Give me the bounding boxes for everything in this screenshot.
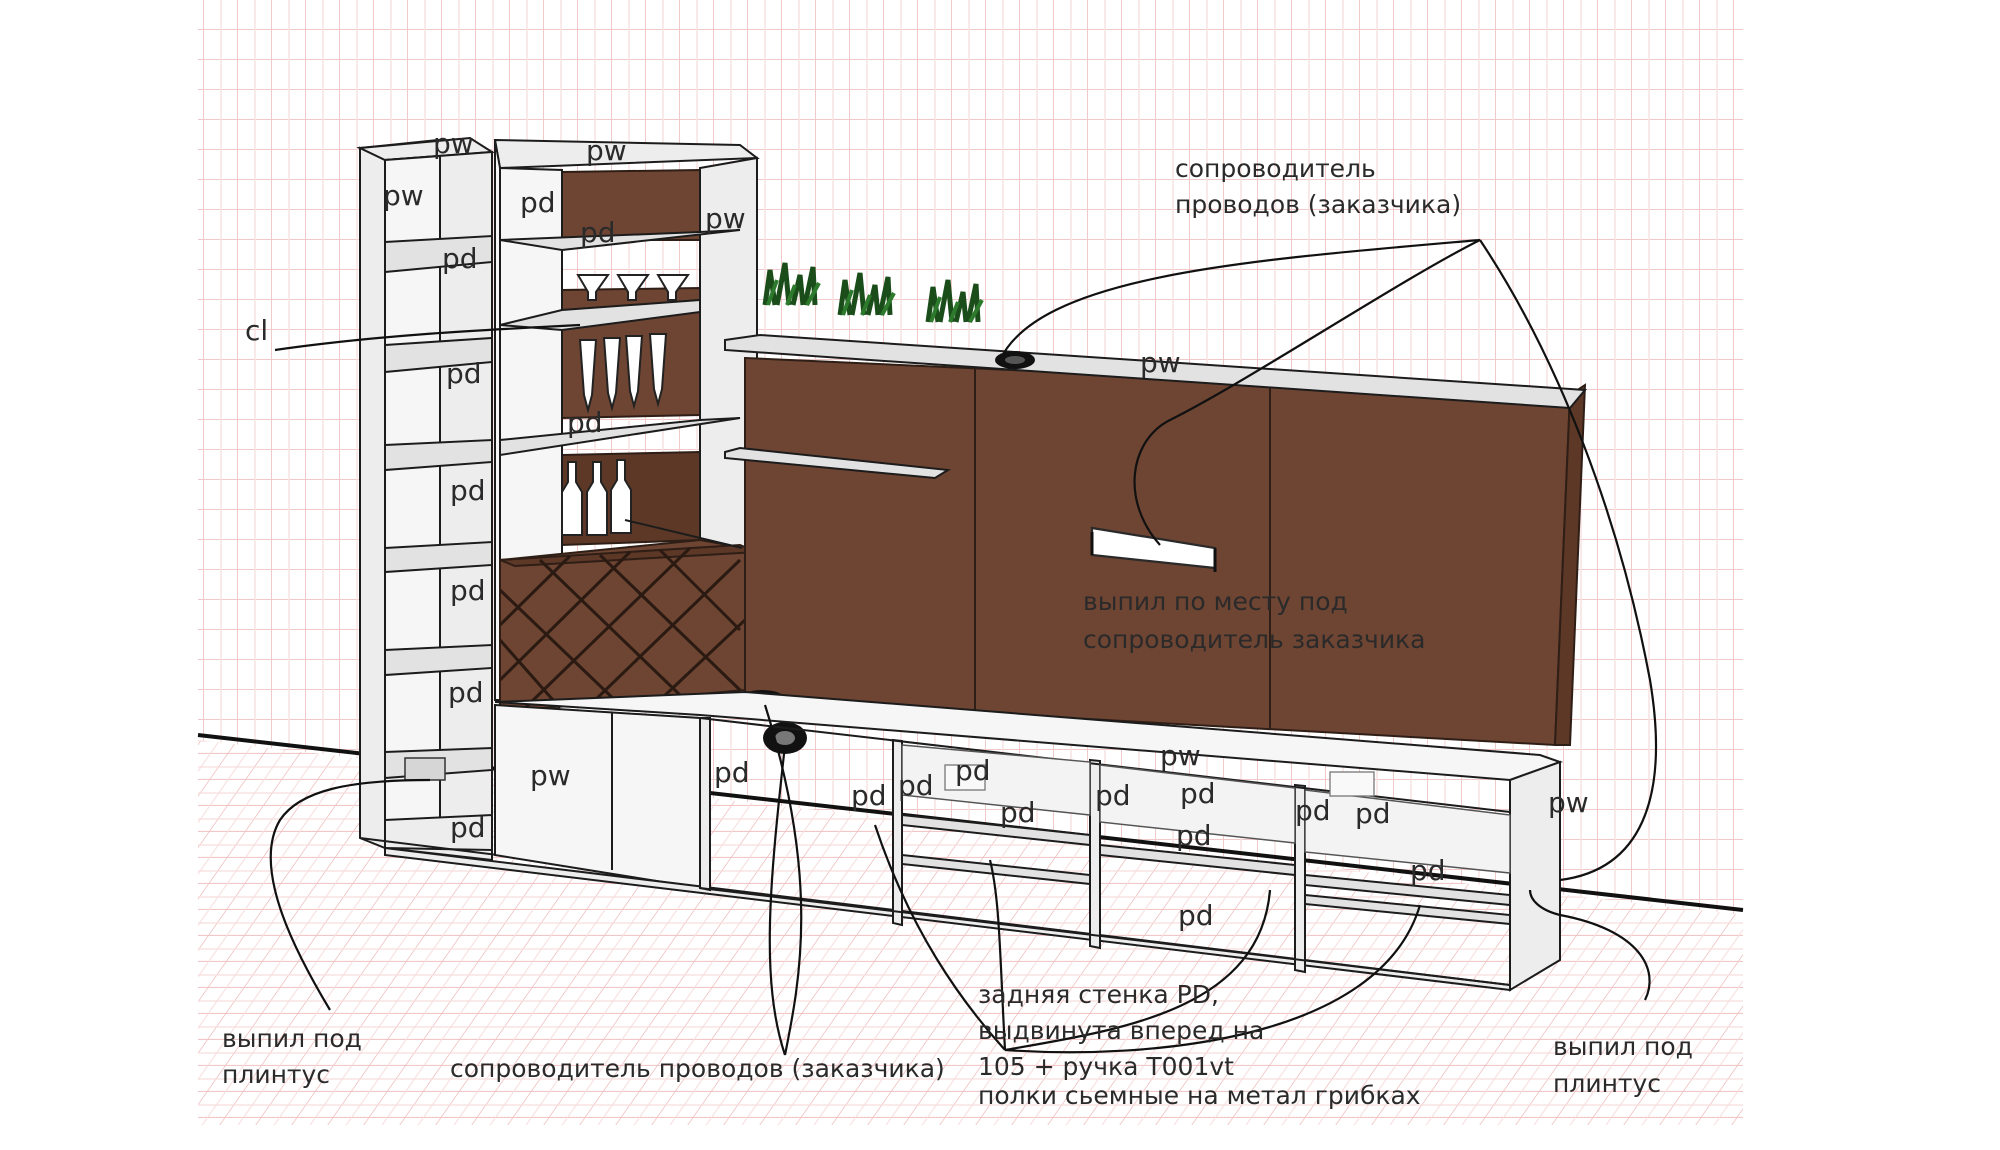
svg-text:выпил под: выпил под [1553,1032,1693,1061]
svg-text:плинтус: плинтус [1553,1069,1661,1098]
label-cl: cl [245,314,268,347]
label-pd: pd [448,676,484,709]
label-pd: pd [580,216,616,249]
svg-text:выпил под: выпил под [222,1024,362,1053]
label-pd: pd [442,242,478,275]
svg-text:выдвинута вперед на: выдвинута вперед на [978,1016,1264,1045]
label-pw: pw [1548,786,1589,819]
svg-text:задняя стенка PD,: задняя стенка PD, [978,980,1219,1009]
label-pd: pd [1410,854,1446,887]
label-pw: pw [530,759,571,792]
label-pd: pd [1295,794,1331,827]
svg-text:105 + ручка T001vt: 105 + ручка T001vt [978,1052,1234,1081]
label-pd: pd [955,754,991,787]
svg-text:сопроводитель: сопроводитель [1175,154,1376,183]
svg-text:полки сьемные на метал грибках: полки сьемные на метал грибках [978,1081,1421,1110]
svg-text:выпил по месту под: выпил по месту под [1083,587,1348,616]
furniture-drawing: pw pw pw pw pd pd pd cl pd pd pd pd pd p… [197,0,1744,1125]
label-pd: pd [1180,777,1216,810]
annotation-wire-guide-bottom: сопроводитель проводов (заказчика) [450,1054,945,1083]
wine-glass-icon [576,274,690,301]
label-pd: pd [450,474,486,507]
label-pd: pd [446,357,482,390]
label-pd: pd [1000,796,1036,829]
label-pd: pd [450,811,486,844]
svg-text:проводов (заказчика): проводов (заказчика) [1175,190,1461,219]
svg-text:плинтус: плинтус [222,1060,330,1089]
svg-text:сопроводитель заказчика: сопроводитель заказчика [1083,625,1425,654]
svg-text:сопроводитель проводов (заказч: сопроводитель проводов (заказчика) [450,1054,945,1083]
label-pd: pd [851,779,887,812]
label-pw: pw [705,202,746,235]
label-pd: pd [567,406,603,439]
label-pd: pd [898,769,934,802]
label-pd: pd [1178,899,1214,932]
label-pd: pd [1095,779,1131,812]
label-pw: pw [1140,346,1181,379]
label-pw: pw [1160,739,1201,772]
label-pw: pw [586,134,627,167]
bottle-icon [561,459,632,536]
label-pd: pd [1176,819,1212,852]
label-pd: pd [450,574,486,607]
label-pd: pd [520,186,556,219]
label-pd: pd [1355,797,1391,830]
label-pw: pw [383,179,424,212]
label-pd: pd [714,756,750,789]
label-pw: pw [433,127,474,160]
